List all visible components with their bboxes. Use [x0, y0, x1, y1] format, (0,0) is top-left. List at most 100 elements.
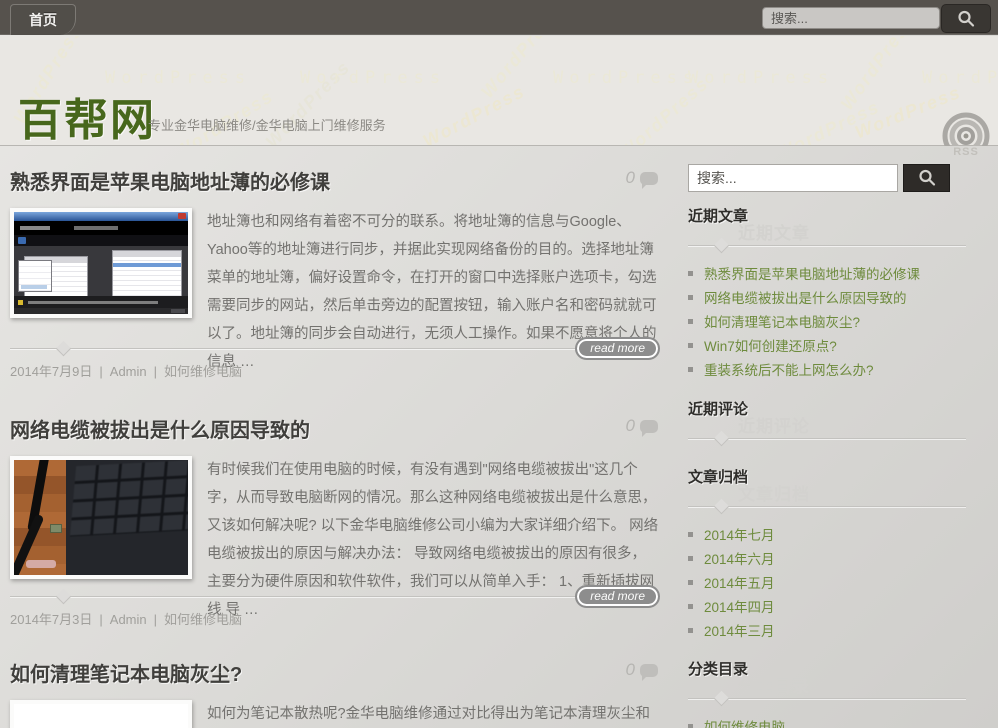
wordpress-watermark: WordPress: [688, 68, 834, 88]
sidebar: 近期文章 近期文章 熟悉界面是苹果电脑地址薄的必修课 网络电缆被拔出是什么原因导…: [688, 146, 968, 728]
wordpress-watermark: WordPress: [477, 36, 566, 102]
site-title[interactable]: 百帮网: [18, 84, 156, 146]
list-item: 2014年三月: [688, 618, 966, 642]
square-bullet-icon: [688, 604, 693, 609]
wordpress-watermark: WordPress: [420, 81, 529, 146]
post-thumbnail[interactable]: [10, 700, 192, 728]
post-meta: 2014年7月9日|Admin|如何维修电脑: [10, 361, 242, 380]
square-bullet-icon: [688, 343, 693, 348]
widget-categories: 分类目录 分类目录 如何维修电脑: [688, 658, 966, 679]
recent-post-link[interactable]: 如何清理笔记本电脑灰尘?: [704, 311, 860, 331]
category-link[interactable]: 如何维修电脑: [704, 716, 785, 728]
post-excerpt: 如何为笔记本散热呢?金华电脑维修通过对比得出为笔记本清理灰尘和重新涂抹: [207, 700, 659, 728]
search-icon: [917, 168, 937, 188]
post-author-link[interactable]: Admin: [110, 612, 147, 627]
list-item: 如何清理笔记本电脑灰尘?: [688, 309, 966, 333]
recent-post-link[interactable]: Win7如何创建还原点?: [704, 335, 837, 355]
list-item: 2014年六月: [688, 546, 966, 570]
archive-link[interactable]: 2014年六月: [704, 548, 775, 568]
list-item: 熟悉界面是苹果电脑地址薄的必修课: [688, 261, 966, 285]
widget-title: 文章归档: [688, 466, 966, 487]
widget-title: 近期评论: [688, 398, 966, 419]
archive-link[interactable]: 2014年五月: [704, 572, 775, 592]
comment-count: 0: [626, 416, 635, 436]
keyboard-photo-mock: [14, 460, 188, 575]
post-title-link[interactable]: 熟悉界面是苹果电脑地址薄的必修课: [10, 160, 330, 195]
square-bullet-icon: [688, 532, 693, 537]
read-more-button[interactable]: read more: [575, 585, 660, 608]
meta-separator: |: [154, 612, 157, 627]
post-category-link[interactable]: 如何维修电脑: [164, 612, 242, 627]
comment-count-group[interactable]: 0: [626, 168, 658, 188]
read-more-button[interactable]: read more: [575, 337, 660, 360]
post-date: 2014年7月3日: [10, 612, 92, 627]
blackberry-screenshot-mock: [14, 212, 188, 314]
square-bullet-icon: [688, 580, 693, 585]
site-header: WordPress WordPress WordPress WordPress …: [0, 36, 998, 146]
widget-archives: 文章归档 文章归档 2014年七月 2014年六月 2014年五月 2014年四…: [688, 466, 966, 487]
meta-separator: |: [154, 364, 157, 379]
rss-link[interactable]: RSS: [940, 110, 992, 162]
widget-divider: [688, 698, 966, 699]
rss-label: RSS: [940, 146, 992, 158]
widget-divider: [688, 245, 966, 246]
nav-tab-home[interactable]: 首页: [10, 4, 76, 35]
post-divider: read more: [10, 348, 660, 349]
square-bullet-icon: [688, 367, 693, 372]
meta-separator: |: [99, 364, 102, 379]
divider-notch: [714, 499, 730, 515]
wordpress-watermark: WordPress: [773, 96, 884, 146]
archive-link[interactable]: 2014年七月: [704, 524, 775, 544]
recent-post-link[interactable]: 熟悉界面是苹果电脑地址薄的必修课: [704, 263, 920, 283]
square-bullet-icon: [688, 271, 693, 276]
post-thumbnail[interactable]: [10, 456, 192, 579]
widget-divider: [688, 438, 966, 439]
widget-recent-comments: 近期评论 近期评论: [688, 398, 966, 419]
square-bullet-icon: [688, 295, 693, 300]
sidebar-search-input[interactable]: [688, 164, 898, 192]
recent-post-link[interactable]: 网络电缆被拔出是什么原因导致的: [704, 287, 907, 307]
nav-tab-home-label: 首页: [29, 10, 57, 30]
topbar-search-button[interactable]: [941, 4, 991, 33]
sidebar-search-button[interactable]: [903, 164, 950, 192]
list-item: 重装系统后不能上网怎么办?: [688, 357, 966, 381]
post-author-link[interactable]: Admin: [110, 364, 147, 379]
archive-link[interactable]: 2014年四月: [704, 596, 775, 616]
comment-bubble-icon: [640, 172, 658, 185]
top-bar: 首页: [0, 0, 998, 35]
wordpress-watermark: WordPress: [837, 36, 920, 114]
divider-notch: [714, 691, 730, 707]
comment-count: 0: [626, 660, 635, 680]
comment-count-group[interactable]: 0: [626, 660, 658, 680]
search-icon: [956, 9, 976, 29]
post-title-link[interactable]: 网络电缆被拔出是什么原因导致的: [10, 408, 310, 443]
list-item: 2014年七月: [688, 522, 966, 546]
square-bullet-icon: [688, 319, 693, 324]
widget-recent-posts: 近期文章 近期文章 熟悉界面是苹果电脑地址薄的必修课 网络电缆被拔出是什么原因导…: [688, 205, 966, 226]
divider-notch: [714, 238, 730, 254]
square-bullet-icon: [688, 628, 693, 633]
comment-count: 0: [626, 168, 635, 188]
post-meta: 2014年7月3日|Admin|如何维修电脑: [10, 609, 242, 628]
comment-bubble-icon: [640, 420, 658, 433]
topbar-search-input[interactable]: [762, 7, 940, 29]
wordpress-watermark: WordPress: [300, 68, 446, 88]
archive-link[interactable]: 2014年三月: [704, 620, 775, 640]
recent-post-link[interactable]: 重装系统后不能上网怎么办?: [704, 359, 874, 379]
widget-title: 分类目录: [688, 658, 966, 679]
square-bullet-icon: [688, 556, 693, 561]
post-divider: read more: [10, 596, 660, 597]
post-thumbnail[interactable]: [10, 208, 192, 318]
divider-notch: [714, 431, 730, 447]
site-tagline: 专业金华电脑维修/金华电脑上门维修服务: [148, 115, 386, 134]
widget-title: 近期文章: [688, 205, 966, 226]
list-item: 网络电缆被拔出是什么原因导致的: [688, 285, 966, 309]
rss-icon: [940, 110, 992, 146]
wordpress-watermark: WordPress: [553, 68, 699, 88]
post-article: 熟悉界面是苹果电脑地址薄的必修课 0 地址簿也和网络有着密不可分的联系。将地址簿…: [10, 160, 660, 400]
comment-count-group[interactable]: 0: [626, 416, 658, 436]
list-item: 2014年四月: [688, 594, 966, 618]
post-title-link[interactable]: 如何清理笔记本电脑灰尘?: [10, 652, 242, 687]
list-item: Win7如何创建还原点?: [688, 333, 966, 357]
post-category-link[interactable]: 如何维修电脑: [164, 364, 242, 379]
